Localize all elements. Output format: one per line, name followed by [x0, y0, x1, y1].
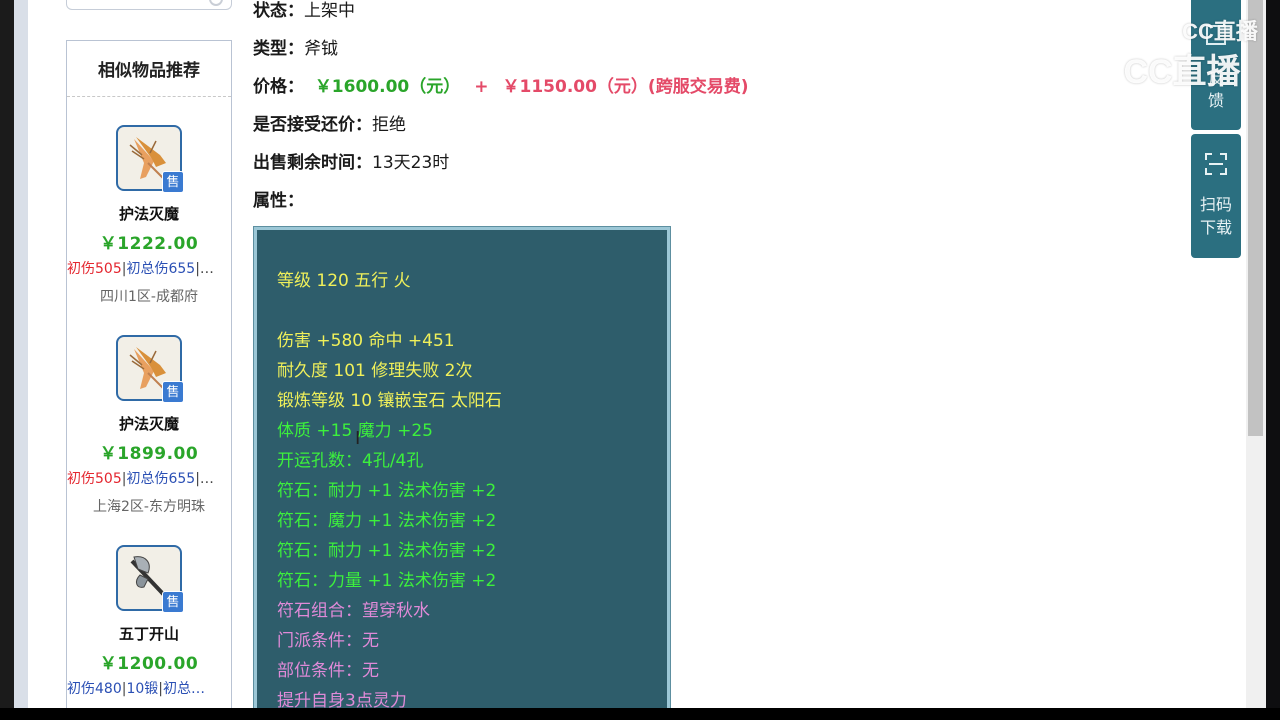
rec-item-name[interactable]: 五丁开山: [67, 623, 231, 644]
counter-offer-label: 是否接受还价：: [253, 115, 372, 135]
cc-logo-icon: [1072, 53, 1114, 96]
rec-item-tags: 初伤505|初总伤655|…: [67, 261, 214, 277]
rec-item-3[interactable]: 售 五丁开山 ￥1200.00 初伤480|10锻|初总…: [67, 545, 231, 698]
attributes-label: 属性：: [253, 191, 304, 211]
left-frame-edge: [0, 0, 14, 720]
tag-damage: 初伤505: [67, 261, 122, 277]
rec-item-price: ￥1899.00: [99, 444, 199, 464]
item-thumbnail[interactable]: 售: [116, 125, 184, 193]
bottom-frame-edge: [0, 708, 1280, 720]
remaining-time-value: 13天23时: [372, 153, 450, 173]
rec-item-tags: 初伤480|10锻|初总…: [67, 681, 205, 697]
remaining-time-label: 出售剩余时间：: [253, 153, 372, 173]
tag-damage: 初伤505: [67, 471, 122, 487]
attribute-line: 体质 +15 魔力 +25: [277, 421, 433, 441]
rec-item-name[interactable]: 护法灭魔: [67, 203, 231, 224]
scan-label-1: 扫码: [1199, 195, 1232, 214]
scrollbar-thumb[interactable]: [1248, 0, 1263, 436]
cc-live-watermark-small: CC直播: [1154, 14, 1258, 46]
rec-item-tags: 初伤505|初总伤655|…: [67, 471, 214, 487]
item-thumbnail[interactable]: 售: [116, 335, 184, 403]
price-label: 价格：: [253, 77, 304, 97]
type-label: 类型：: [253, 39, 304, 59]
cross-server-fee: ￥1150.00（元）(跨服交易费): [502, 77, 749, 97]
scan-icon: [1205, 153, 1227, 175]
rec-item-1[interactable]: 售 护法灭魔 ￥1222.00 初伤505|初总伤655|… 四川1区-成都府: [67, 125, 231, 306]
attribute-line: 部位条件：无: [277, 661, 379, 681]
attribute-line: 耐久度 101 修理失败 2次: [277, 361, 473, 381]
remaining-time-row: 出售剩余时间：13天23时: [253, 144, 953, 182]
left-page-margin: [14, 0, 28, 720]
attribute-line: 锻炼等级 10 镶嵌宝石 太阳石: [277, 391, 502, 411]
rec-item-name[interactable]: 护法灭魔: [67, 413, 231, 434]
tag-damage: 初伤480: [67, 681, 122, 697]
rec-item-server: 上海2区-东方明珠: [93, 499, 205, 515]
attribute-line: [277, 296, 667, 326]
attribute-line: 开运孔数：4孔/4孔: [277, 451, 424, 471]
rec-item-price: ￥1222.00: [99, 234, 199, 254]
attribute-line: 门派条件：无: [277, 631, 379, 651]
attribute-line: 符石：魔力 +1 法术伤害 +2: [277, 511, 497, 531]
attribute-line: 符石：力量 +1 法术伤害 +2: [277, 571, 497, 591]
tag-more: |…: [195, 471, 214, 487]
item-info: 状态：上架中 类型：斧钺 价格： ￥1600.00（元） + ￥1150.00（元）…: [253, 0, 953, 220]
scan-download-button[interactable]: 扫码 下载: [1191, 134, 1241, 258]
price-row: 价格： ￥1600.00（元） + ￥1150.00（元）(跨服交易费): [253, 68, 953, 106]
attribute-panel: 等级 120 五行 火伤害 +580 命中 +451 耐久度 101 修理失败 2…: [253, 226, 671, 720]
watermark-text-large: CC直播: [1123, 53, 1241, 91]
attribute-line: 等级 120 五行 火: [277, 271, 411, 291]
tag-total-damage: 初总伤655: [126, 261, 196, 277]
watermark-text-small: CC直播: [1182, 19, 1258, 44]
text-cursor-icon: Ι: [355, 428, 361, 449]
tag-total-damage: 初总…: [163, 681, 205, 697]
rec-item-server: 四川1区-成都府: [100, 289, 198, 305]
item-thumbnail[interactable]: 售: [116, 545, 184, 613]
top-search-box[interactable]: [66, 0, 232, 10]
tag-total-damage: 初总伤655: [126, 471, 196, 487]
attribute-line: 符石组合：望穿秋水: [277, 601, 430, 621]
cc-live-watermark-large: CC直播: [1072, 44, 1241, 96]
attribute-line: 伤害 +580 命中 +451: [277, 331, 455, 351]
type-row: 类型：斧钺: [253, 30, 953, 68]
sell-badge: 售: [162, 171, 184, 193]
attributes-row: 属性：: [253, 182, 953, 220]
attribute-line: 符石：耐力 +1 法术伤害 +2: [277, 481, 497, 501]
tag-more: |…: [195, 261, 214, 277]
cc-logo-icon: [1154, 22, 1176, 45]
sidebar-title: 相似物品推荐: [67, 41, 231, 97]
right-frame-edge: [1266, 0, 1280, 720]
counter-offer-value: 拒绝: [372, 115, 406, 135]
similar-items-sidebar: 相似物品推荐 售 护法灭魔 ￥1222.00 初伤505|初总伤655|… 四川…: [66, 40, 232, 720]
attribute-line: 符石：耐力 +1 法术伤害 +2: [277, 541, 497, 561]
type-value: 斧钺: [304, 39, 338, 59]
status-value: 上架中: [304, 1, 355, 21]
price-plus: +: [474, 77, 489, 97]
rec-item-2[interactable]: 售 护法灭魔 ￥1899.00 初伤505|初总伤655|… 上海2区-东方明珠: [67, 335, 231, 516]
status-row: 状态：上架中: [253, 0, 953, 30]
tag-forge: 10锻: [126, 681, 159, 697]
search-icon[interactable]: [209, 0, 223, 6]
rec-item-price: ￥1200.00: [99, 654, 199, 674]
sell-badge: 售: [162, 381, 184, 403]
status-label: 状态：: [253, 1, 304, 21]
price-value: ￥1600.00（元）: [314, 77, 461, 97]
counter-offer-row: 是否接受还价：拒绝: [253, 106, 953, 144]
sell-badge: 售: [162, 591, 184, 613]
scan-label-2: 下载: [1199, 218, 1232, 237]
